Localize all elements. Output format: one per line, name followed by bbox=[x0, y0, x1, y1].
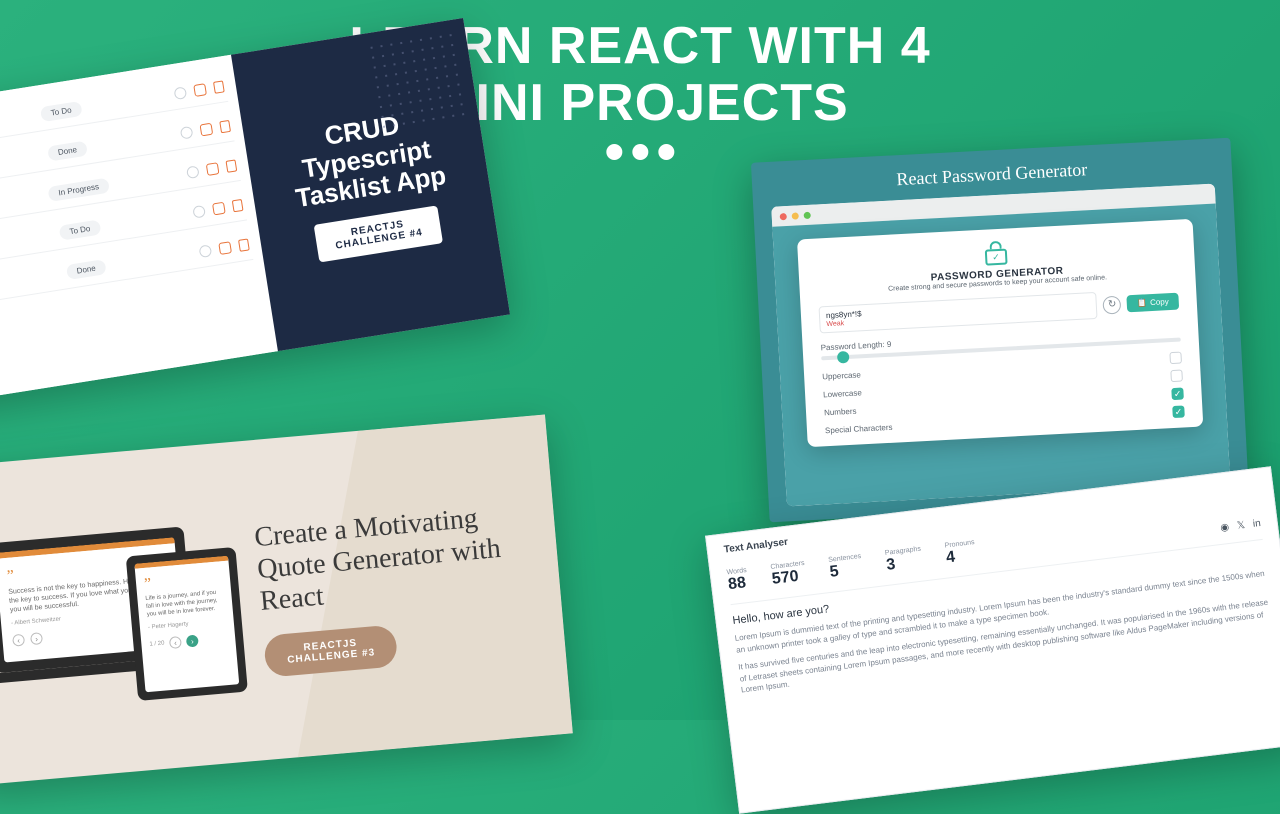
copy-label: Copy bbox=[1150, 297, 1169, 307]
status-pill[interactable]: To Do bbox=[40, 101, 83, 122]
project-card-quote-generator: ” Success is not the key to happiness. H… bbox=[0, 414, 573, 785]
project-card-crud-tasklist: PriorityHigh To Do PriorityLow Done Prio… bbox=[0, 18, 510, 402]
stat-value: 570 bbox=[771, 568, 800, 589]
edit-icon[interactable] bbox=[206, 162, 220, 176]
opt-label: Uppercase bbox=[822, 370, 861, 381]
stat-value: 88 bbox=[727, 574, 747, 594]
stat-value: 4 bbox=[945, 549, 956, 568]
challenge-badge: REACTJS CHALLENGE #4 bbox=[314, 205, 443, 262]
checkbox-uppercase[interactable] bbox=[1169, 352, 1182, 365]
opt-label: Lowercase bbox=[823, 388, 862, 399]
trash-icon[interactable] bbox=[238, 238, 250, 251]
opt-label: Numbers bbox=[824, 406, 857, 417]
copy-button[interactable]: 📋 Copy bbox=[1127, 293, 1179, 313]
status-pill[interactable]: In Progress bbox=[47, 178, 110, 202]
edit-icon[interactable] bbox=[212, 201, 226, 215]
slider-thumb[interactable] bbox=[836, 351, 849, 364]
status-pill[interactable]: Done bbox=[47, 141, 88, 162]
progress-icon bbox=[180, 125, 194, 139]
trash-icon[interactable] bbox=[232, 198, 244, 211]
lock-icon: ✓ bbox=[984, 243, 1007, 266]
quote-counter: 1 / 20 bbox=[149, 641, 164, 648]
prev-button[interactable]: ‹ bbox=[169, 636, 182, 649]
stat-label: Paragraphs bbox=[885, 546, 922, 557]
checkbox-numbers[interactable]: ✓ bbox=[1171, 387, 1184, 400]
checkbox-special[interactable]: ✓ bbox=[1172, 405, 1185, 418]
edit-icon[interactable] bbox=[193, 83, 207, 97]
twitter-icon[interactable]: 𝕏 bbox=[1236, 520, 1245, 532]
trash-icon[interactable] bbox=[213, 80, 225, 93]
facebook-icon[interactable]: ◉ bbox=[1220, 522, 1230, 534]
opt-label: Special Characters bbox=[825, 422, 893, 435]
project-card-password-generator: React Password Generator ✓ PASSWORD GENE… bbox=[751, 138, 1249, 523]
next-button[interactable]: › bbox=[186, 635, 199, 648]
window-max-icon[interactable] bbox=[804, 211, 811, 218]
trash-icon[interactable] bbox=[219, 119, 231, 132]
linkedin-icon[interactable]: in bbox=[1252, 518, 1261, 530]
trash-icon[interactable] bbox=[225, 159, 237, 172]
prev-button[interactable]: ‹ bbox=[12, 634, 25, 647]
checkbox-lowercase[interactable] bbox=[1170, 370, 1183, 383]
progress-icon bbox=[186, 165, 200, 179]
stat-label: Sentences bbox=[828, 553, 862, 564]
edit-icon[interactable] bbox=[199, 122, 213, 136]
quote-card-title: Create a Motivating Quote Generator with… bbox=[253, 498, 530, 618]
window-close-icon[interactable] bbox=[780, 213, 787, 220]
status-pill[interactable]: To Do bbox=[59, 219, 102, 240]
length-label: Password Length: 9 bbox=[820, 340, 891, 353]
status-pill[interactable]: Done bbox=[66, 259, 107, 280]
progress-icon bbox=[173, 86, 187, 100]
window-min-icon[interactable] bbox=[792, 212, 799, 219]
refresh-icon[interactable] bbox=[1103, 295, 1122, 314]
progress-icon bbox=[198, 244, 212, 258]
task-actions bbox=[173, 80, 224, 100]
tablet-quote: Life is a journey, and if you fall in lo… bbox=[145, 589, 225, 619]
tablet-author: - Peter Hagerty bbox=[148, 618, 226, 631]
crud-title: CRUD Typescript Tasklist App bbox=[263, 101, 469, 216]
challenge-badge: REACTJS CHALLENGE #3 bbox=[263, 625, 398, 678]
stat-value: 5 bbox=[829, 563, 840, 582]
crud-side-panel: CRUD Typescript Tasklist App REACTJS CHA… bbox=[231, 18, 510, 351]
tasklist-preview: PriorityHigh To Do PriorityLow Done Prio… bbox=[0, 55, 278, 402]
password-card: ✓ PASSWORD GENERATOR Create strong and s… bbox=[797, 219, 1203, 447]
browser-mockup: ✓ PASSWORD GENERATOR Create strong and s… bbox=[771, 184, 1230, 507]
password-output: ngs8yn*!$ Weak bbox=[819, 292, 1098, 334]
edit-icon[interactable] bbox=[218, 241, 232, 255]
tablet-mockup: ” Life is a journey, and if you fall in … bbox=[126, 547, 248, 701]
next-button[interactable]: › bbox=[30, 632, 43, 645]
stat-label: Pronouns bbox=[944, 539, 975, 550]
social-icons: ◉ 𝕏 in bbox=[1220, 518, 1262, 534]
progress-icon bbox=[192, 204, 206, 218]
stat-value: 3 bbox=[885, 556, 896, 575]
